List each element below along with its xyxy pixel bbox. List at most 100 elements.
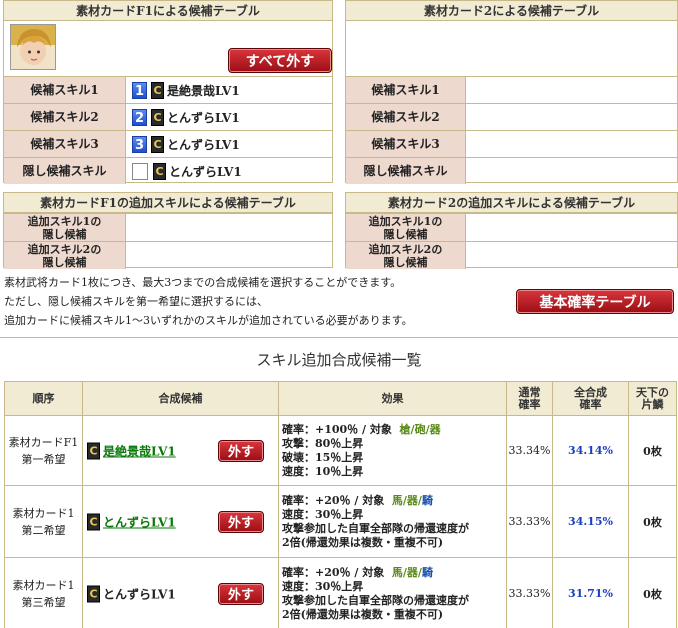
order-line2: 第二希望 xyxy=(21,523,66,537)
piece-count: 0枚 xyxy=(628,415,677,486)
skill-value: 1 C 是絶景哉LV1 xyxy=(126,77,332,103)
skill-name: とんずらLV1 xyxy=(167,110,240,125)
order-cell: 素材カード1 第二希望 xyxy=(4,485,83,558)
candidate-name: C とんずらLV1 xyxy=(87,513,176,530)
add1-panel: 素材カードF1の追加スキルによる候補テーブル 追加スキル1の 隠し候補 追加スキ… xyxy=(3,192,333,269)
skill-label: 候補スキル2 xyxy=(4,104,126,130)
info-text: 素材武将カード1枚につき、最大3つまでの合成候補を選択することができます。 xyxy=(4,276,402,289)
target-b: 器 xyxy=(406,493,418,507)
total-rate: 34.15% xyxy=(552,485,629,558)
skill-label: 隠し候補スキル xyxy=(4,158,126,184)
skill-value: 2 C とんずらLV1 xyxy=(126,104,332,130)
rank-c-icon: C xyxy=(87,442,100,459)
rank-c-icon: C xyxy=(87,513,100,530)
effect-line: 確率：+100％ / 対象 槍/砲/器 xyxy=(282,423,503,437)
candidate-cell: C とんずらLV1 外す xyxy=(82,557,279,628)
add-skill-label-line2: 隠し候補 xyxy=(42,228,87,241)
card2-skill-row: 候補スキル2 xyxy=(346,103,677,130)
header-normal-rate-line2: 確率 xyxy=(518,397,541,411)
skill-label: 隠し候補スキル xyxy=(346,158,466,184)
base-probability-table-button[interactable]: 基本確率テーブル xyxy=(516,289,674,314)
order-line1: 素材カードF1 xyxy=(8,435,79,449)
target-b: 器 xyxy=(406,565,418,579)
skill-link[interactable]: とんずらLV1 xyxy=(103,513,176,530)
skill-value: 3 C とんずらLV1 xyxy=(126,131,332,157)
target-b: 砲 xyxy=(414,422,426,436)
effect-cell: 確率：+100％ / 対象 槍/砲/器 攻撃：80％上昇 破壊：15％上昇 速度… xyxy=(278,415,507,486)
add-skill-label-line1: 追加スキル2の xyxy=(368,243,443,256)
effect-line: 攻撃参加した自軍全部隊の帰還速度が xyxy=(282,521,469,535)
effect-cell: 確率：+20％ / 対象 馬/器/騎 速度：30％上昇 攻撃参加した自軍全部隊の… xyxy=(278,485,507,558)
skill-name: とんずらLV1 xyxy=(167,137,240,152)
header-order: 順序 xyxy=(4,381,83,416)
card1-skill-row: 候補スキル2 2 C とんずらLV1 xyxy=(4,103,332,130)
order-line1: 素材カード1 xyxy=(12,578,75,592)
info-text: 追加カードに候補スキル1～3いずれかのスキルが追加されている必要があります。 xyxy=(4,314,413,327)
priority-number-icon[interactable]: 3 xyxy=(132,135,147,153)
candidate-table: 順序 合成候補 効果 通常 確率 全合成 確率 天下の 片鱗 素材カードF1 第一希望 … xyxy=(4,381,677,628)
candidate-name: C 是絶景哉LV1 xyxy=(87,442,176,459)
header-normal-rate: 通常 確率 xyxy=(506,381,553,416)
target-a: 槍 xyxy=(399,422,411,436)
rank-c-icon: C xyxy=(151,108,164,126)
skill-link[interactable]: 是絶景哉LV1 xyxy=(103,442,176,459)
rank-c-icon: C xyxy=(151,135,164,153)
card2-skill-row: 候補スキル1 xyxy=(346,76,677,103)
order-cell: 素材カード1 第三希望 xyxy=(4,557,83,628)
total-rate: 34.14% xyxy=(552,415,629,486)
add-skill-row: 追加スキル1の 隠し候補 xyxy=(4,213,332,241)
card2-skill-row: 隠し候補スキル xyxy=(346,157,677,184)
effect-rate: 確率：+20％ / 対象 xyxy=(282,493,385,507)
effect-line: 攻撃参加した自軍全部隊の帰還速度が xyxy=(282,593,469,607)
card1-skill-row: 候補スキル1 1 C 是絶景哉LV1 xyxy=(4,76,332,103)
add-skill-row: 追加スキル2の 隠し候補 xyxy=(346,241,677,269)
skill-label: 候補スキル1 xyxy=(346,77,466,103)
card1-portrait-row: すべて外す xyxy=(4,21,332,76)
add-skill-label: 追加スキル2の 隠し候補 xyxy=(4,242,126,269)
candidate-cell: C 是絶景哉LV1 外す xyxy=(82,415,279,486)
normal-rate: 33.33% xyxy=(506,557,553,628)
candidate-cell: C とんずらLV1 外す xyxy=(82,485,279,558)
skill-value: C とんずらLV1 xyxy=(126,158,332,184)
effect-line: 2倍(帰還効果は複数・重複不可) xyxy=(282,535,444,549)
skill-name: 是絶景哉LV1 xyxy=(167,83,240,98)
skill-label: 候補スキル3 xyxy=(346,131,466,157)
header-effect: 効果 xyxy=(278,381,507,416)
add-skill-label: 追加スキル2の 隠し候補 xyxy=(346,242,466,269)
piece-count: 0枚 xyxy=(628,557,677,628)
priority-number-icon[interactable]: 2 xyxy=(132,108,147,126)
effect-line: 確率：+20％ / 対象 馬/器/騎 xyxy=(282,494,503,508)
table-row: 素材カード1 第三希望 C とんずらLV1 外す 確率：+20％ / 対象 馬/器… xyxy=(4,557,677,628)
remove-all-button[interactable]: すべて外す xyxy=(228,48,332,73)
table-header-row: 順序 合成候補 効果 通常 確率 全合成 確率 天下の 片鱗 xyxy=(4,381,677,416)
card1-panel: 素材カードF1による候補テーブル すべて外す 候補スキル1 1 C 是絶景哉LV… xyxy=(3,0,333,184)
candidate-name: C とんずらLV1 xyxy=(87,585,176,602)
add-skill-row: 追加スキル2の 隠し候補 xyxy=(4,241,332,269)
remove-button[interactable]: 外す xyxy=(218,510,264,533)
add-skill-label-line2: 隠し候補 xyxy=(42,256,87,269)
add2-title: 素材カード2の追加スキルによる候補テーブル xyxy=(346,193,677,213)
card2-title: 素材カード2による候補テーブル xyxy=(346,1,677,21)
add-skill-label: 追加スキル1の 隠し候補 xyxy=(346,214,466,241)
effect-rate: 確率：+100％ / 対象 xyxy=(282,422,392,436)
skill-name: とんずらLV1 xyxy=(103,587,176,601)
portrait-figure xyxy=(17,29,51,65)
priority-empty-box[interactable] xyxy=(132,162,148,180)
target-c: 器 xyxy=(429,422,441,436)
add-skill-label-line1: 追加スキル1の xyxy=(27,215,102,228)
add-skill-label-line2: 隠し候補 xyxy=(383,256,428,269)
card1-skill-row: 候補スキル3 3 C とんずらLV1 xyxy=(4,130,332,157)
section-title: スキル追加合成候補一覧 xyxy=(256,351,422,369)
card-portrait[interactable] xyxy=(10,24,56,70)
priority-number-icon[interactable]: 1 xyxy=(132,81,147,99)
target-a: 馬 xyxy=(391,493,403,507)
order-cell: 素材カードF1 第一希望 xyxy=(4,415,83,486)
remove-button[interactable]: 外す xyxy=(218,582,264,605)
remove-button[interactable]: 外す xyxy=(218,439,264,462)
normal-rate: 33.33% xyxy=(506,485,553,558)
order-line1: 素材カード1 xyxy=(12,506,75,520)
skill-label: 候補スキル1 xyxy=(4,77,126,103)
add-skill-row: 追加スキル1の 隠し候補 xyxy=(346,213,677,241)
skill-label: 候補スキル2 xyxy=(346,104,466,130)
effect-line: 確率：+20％ / 対象 馬/器/騎 xyxy=(282,566,503,580)
